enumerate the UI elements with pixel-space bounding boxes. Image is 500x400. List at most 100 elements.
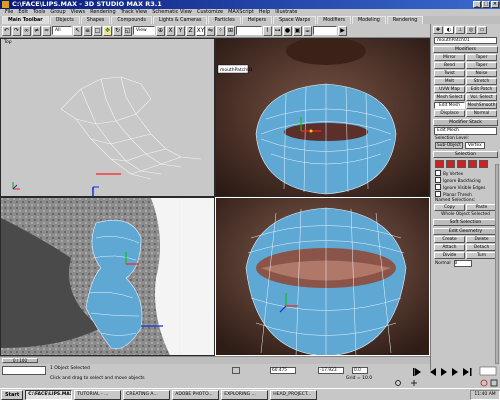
viewport-perspective[interactable]: Perspective (215, 197, 430, 356)
restrict-z-icon[interactable]: Z (186, 25, 195, 36)
restrict-y-icon[interactable]: Y (176, 25, 185, 36)
tab-helpers[interactable]: Helpers (241, 16, 273, 24)
modifier-button-melt[interactable]: Melt (434, 78, 465, 85)
modifier-button-taper[interactable]: Taper (466, 54, 497, 61)
modifier-button-meshsmooth[interactable]: MeshSmooth (466, 102, 497, 109)
tab-modifiers[interactable]: Modifiers (317, 16, 352, 24)
modifier-button-edit-patch[interactable]: Edit Patch (466, 86, 497, 93)
region-select-icon[interactable]: □ (93, 25, 102, 36)
lock-selection-icon[interactable] (232, 367, 240, 374)
geometry-button-create[interactable]: Create (434, 236, 465, 243)
modifier-button-edit-mesh[interactable]: Edit Mesh (434, 102, 465, 109)
mirror-icon[interactable]: ⇋ (206, 25, 215, 36)
named-selection-select[interactable] (236, 26, 262, 35)
tab-objects[interactable]: Objects (49, 16, 80, 24)
modify-tab-icon[interactable]: ◐ (444, 26, 454, 34)
modifier-button-displace[interactable]: Displace (434, 110, 465, 117)
geometry-button-turn[interactable]: Turn (466, 252, 497, 259)
render-type-select[interactable] (313, 26, 337, 35)
render-scene-icon[interactable]: ▣ (293, 25, 302, 36)
y-coordinate[interactable]: -17.923 (318, 367, 344, 374)
checkbox-row[interactable]: Planar Thresh (435, 191, 496, 197)
select-object-icon[interactable]: ↖ (73, 25, 82, 36)
vertex-icon[interactable] (435, 160, 444, 168)
select-rotate-icon[interactable]: ↻ (113, 25, 122, 36)
checkbox-row[interactable]: By Vertex (435, 170, 496, 176)
z-coordinate[interactable]: 0.0 (352, 367, 368, 374)
geometry-button-attach[interactable]: Attach (434, 244, 465, 251)
modifier-button-vol-select[interactable]: Vol. Select (466, 94, 497, 101)
coord-system-select[interactable]: View (133, 26, 155, 35)
checkbox[interactable] (435, 184, 441, 190)
checkbox-row[interactable]: Ignore Backfacing (435, 177, 496, 183)
checkbox[interactable] (435, 170, 441, 176)
viewport-front[interactable]: Front mouthPatch01 (215, 38, 430, 197)
tab-compounds[interactable]: Compounds (111, 16, 152, 24)
command-panel-scrollbar[interactable] (495, 164, 499, 364)
modifier-button-mirror[interactable]: Mirror (434, 54, 465, 61)
checkbox-row[interactable]: Ignore Visible Edges (435, 184, 496, 190)
start-button[interactable]: Start (1, 389, 24, 400)
viewport-top[interactable]: Top (0, 38, 215, 197)
modifier-button-uvw-map[interactable]: UVW Map (434, 86, 465, 93)
viewport-left[interactable]: Left (0, 197, 215, 356)
restrict-x-icon[interactable]: X (166, 25, 175, 36)
tab-modeling[interactable]: Modeling (352, 16, 386, 24)
unlink-icon[interactable]: ≠ (32, 25, 41, 36)
select-move-icon[interactable]: ✥ (103, 25, 112, 36)
polygon-icon[interactable] (468, 160, 477, 168)
minimize-icon[interactable]: _ (473, 1, 481, 8)
taskbar-button[interactable]: HEAD_PROJECT... (270, 389, 318, 400)
face-icon[interactable] (457, 160, 466, 168)
track-view-icon[interactable]: ⌇ (263, 25, 272, 36)
edit-geometry-rollout[interactable]: Edit Geometry (433, 228, 498, 235)
soft-selection-rollout[interactable]: Soft Selection (433, 219, 498, 226)
modifier-button-taper[interactable]: Taper (466, 62, 497, 69)
x-coordinate[interactable]: 60.475 (270, 367, 296, 374)
normal-field[interactable]: 0 (453, 260, 472, 267)
modifier-button-stretch[interactable]: Stretch (466, 78, 497, 85)
tab-space-warps[interactable]: Space Warps (273, 16, 317, 24)
restrict-xy-icon[interactable]: XY (196, 25, 205, 36)
maximize-icon[interactable]: □ (482, 1, 490, 8)
modifiers-rollout[interactable]: Modifiers (433, 46, 498, 53)
menu-item-rendering[interactable]: Rendering (90, 9, 116, 16)
menu-item-customize[interactable]: Customize (197, 9, 223, 16)
close-icon[interactable]: × (491, 1, 499, 8)
sub-object-select[interactable]: Vertex (464, 142, 485, 149)
tab-particles[interactable]: Particles (208, 16, 241, 24)
selection-filter-select[interactable]: All (52, 26, 72, 35)
undo-icon[interactable]: ↶ (2, 25, 11, 36)
redo-icon[interactable]: ↷ (12, 25, 21, 36)
menu-item-schematic-view[interactable]: Schematic View (152, 9, 192, 16)
motion-tab-icon[interactable]: ◎ (466, 26, 476, 34)
checkbox[interactable] (435, 191, 441, 197)
menu-item-file[interactable]: File (5, 9, 13, 16)
quick-render-icon[interactable]: ☕ (303, 25, 312, 36)
copy-button[interactable]: Copy (434, 204, 465, 211)
paste-button[interactable]: Paste (466, 204, 497, 211)
taskbar-button[interactable]: CREATING A... (123, 389, 171, 400)
modifier-button-twist[interactable]: Twist (434, 70, 465, 77)
material-editor-icon[interactable]: ● (283, 25, 292, 36)
time-slider[interactable]: 0 / 100 (0, 356, 430, 364)
display-tab-icon[interactable]: ▭ (477, 26, 487, 34)
modifier-button-mesh-select[interactable]: Mesh Select (434, 94, 465, 101)
schematic-icon[interactable]: ⊶ (273, 25, 282, 36)
geometry-button-divide[interactable]: Divide (434, 252, 465, 259)
select-scale-icon[interactable]: ◱ (123, 25, 132, 36)
edge-icon[interactable] (446, 160, 455, 168)
create-tab-icon[interactable]: ✚ (433, 26, 443, 34)
menu-item-help[interactable]: Help (259, 9, 270, 16)
maxscript-listener[interactable] (2, 366, 46, 375)
menu-item-illustrate[interactable]: Illustrate (275, 9, 297, 16)
menu-item-tools[interactable]: Tools (33, 9, 45, 16)
modifier-button-bend[interactable]: Bend (434, 62, 465, 69)
menu-item-views[interactable]: Views (71, 9, 85, 16)
selection-rollout[interactable]: Selection (433, 151, 498, 158)
object-name-field[interactable]: mouthPatch01 (434, 37, 497, 44)
checkbox[interactable] (435, 177, 441, 183)
align-icon[interactable]: ⊞ (226, 25, 235, 36)
pivot-icon[interactable]: ⊕ (156, 25, 165, 36)
tab-shapes[interactable]: Shapes (80, 16, 111, 24)
